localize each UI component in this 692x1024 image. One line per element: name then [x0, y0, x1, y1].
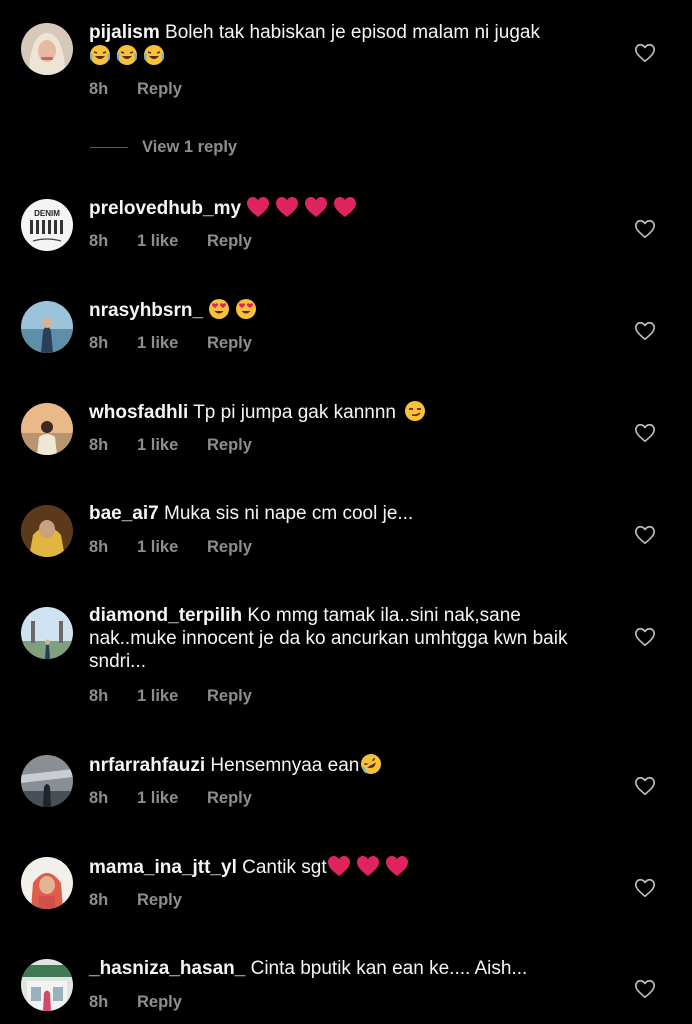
avatar[interactable]	[21, 959, 73, 1011]
comment-time: 8h	[89, 232, 109, 250]
smirk-emoji-icon	[405, 401, 426, 421]
likes-count-button[interactable]: 1 like	[137, 232, 207, 251]
comment-meta: 8h 1 like Reply	[89, 538, 252, 557]
like-heart-icon[interactable]	[634, 775, 656, 797]
avatar[interactable]	[21, 505, 73, 557]
comment-meta: 8h Reply	[89, 993, 182, 1012]
laughing-emoji-icon	[144, 45, 164, 65]
red-heart-emoji-icon	[247, 197, 270, 217]
comment-text: Hensemnyaa ean	[210, 755, 360, 776]
comment-username[interactable]: nrfarrahfauzi	[89, 755, 205, 776]
comment-body: nrasyhbsrn_	[89, 298, 609, 322]
comment-meta: 8h 1 like Reply	[89, 232, 252, 251]
reply-button[interactable]: Reply	[207, 334, 252, 353]
comment-time: 8h	[89, 80, 109, 98]
comment-body: prelovedhub_my	[89, 196, 609, 220]
likes-count-button[interactable]: 1 like	[137, 538, 207, 557]
likes-count-button[interactable]: 1 like	[137, 436, 207, 455]
comment-username[interactable]: whosfadhli	[89, 402, 188, 423]
likes-count-button[interactable]: 1 like	[137, 334, 207, 353]
comment-meta: 8h 1 like Reply	[89, 436, 252, 455]
like-heart-icon[interactable]	[634, 218, 656, 240]
reply-button[interactable]: Reply	[137, 80, 182, 99]
avatar[interactable]: DENIM	[21, 199, 73, 251]
divider-line	[90, 147, 128, 148]
avatar-logo-text: DENIM	[34, 209, 60, 218]
like-heart-icon[interactable]	[634, 626, 656, 648]
comment-body: mama_ina_jtt_yl Cantik sgt	[89, 855, 609, 879]
reply-button[interactable]: Reply	[207, 232, 252, 251]
red-heart-emoji-icon	[276, 197, 299, 217]
comment-body: nrfarrahfauzi Hensemnyaa ean	[89, 753, 609, 777]
comment-body: diamond_terpilih Ko mmg tamak ila..sini …	[89, 604, 609, 673]
avatar[interactable]	[21, 403, 73, 455]
comment-text: Cinta bputik kan ean ke.... Aish...	[250, 958, 528, 979]
comment-username[interactable]: diamond_terpilih	[89, 605, 242, 626]
comment-text: Tp pi jumpa gak kannnn	[193, 402, 396, 423]
comment-text: Boleh tak habiskan je episod malam ni ju…	[165, 22, 540, 43]
red-heart-emoji-icon	[356, 856, 379, 876]
avatar[interactable]	[21, 301, 73, 353]
red-heart-emoji-icon	[305, 197, 328, 217]
comment-meta: 8h Reply	[89, 80, 182, 99]
reply-button[interactable]: Reply	[137, 993, 182, 1012]
red-heart-emoji-icon	[385, 856, 408, 876]
red-heart-emoji-icon	[327, 856, 350, 876]
reply-button[interactable]: Reply	[207, 687, 252, 706]
heart-emoji-row	[327, 856, 414, 878]
laughing-emoji-row	[89, 45, 170, 67]
comment-username[interactable]: prelovedhub_my	[89, 198, 241, 219]
comment-time: 8h	[89, 789, 109, 807]
rofl-emoji-icon	[361, 754, 382, 774]
comment-time: 8h	[89, 891, 109, 909]
comment-meta: 8h 1 like Reply	[89, 789, 252, 808]
comment-username[interactable]: _hasniza_hasan_	[89, 958, 245, 979]
comment-meta: 8h 1 like Reply	[89, 334, 252, 353]
comment-body: whosfadhli Tp pi jumpa gak kannnn	[89, 400, 609, 424]
comment-username[interactable]: mama_ina_jtt_yl	[89, 857, 237, 878]
comment-time: 8h	[89, 687, 109, 705]
heart-eyes-emoji-icon	[236, 299, 257, 319]
comment-time: 8h	[89, 993, 109, 1011]
comment-username[interactable]: nrasyhbsrn_	[89, 300, 203, 321]
likes-count-button[interactable]: 1 like	[137, 687, 207, 706]
comment-text: Muka sis ni nape cm cool je...	[164, 503, 414, 524]
laughing-emoji-icon	[117, 45, 137, 65]
comment-body: bae_ai7 Muka sis ni nape cm cool je...	[89, 502, 609, 525]
heart-eyes-emoji-icon	[209, 299, 230, 319]
likes-count-button[interactable]: 1 like	[137, 789, 207, 808]
laughing-emoji-icon	[90, 45, 110, 65]
like-heart-icon[interactable]	[634, 42, 656, 64]
view-replies-label: View 1 reply	[142, 138, 238, 156]
like-heart-icon[interactable]	[634, 978, 656, 1000]
comment-username[interactable]: pijalism	[89, 22, 160, 43]
heart-emoji-row	[246, 197, 362, 219]
heart-eyes-emoji-row	[208, 299, 262, 321]
avatar[interactable]	[21, 23, 73, 75]
like-heart-icon[interactable]	[634, 320, 656, 342]
comment-time: 8h	[89, 436, 109, 454]
comment-body: _hasniza_hasan_ Cinta bputik kan ean ke.…	[89, 957, 609, 980]
reply-button[interactable]: Reply	[137, 891, 182, 910]
reply-button[interactable]: Reply	[207, 538, 252, 557]
red-heart-emoji-icon	[334, 197, 357, 217]
like-heart-icon[interactable]	[634, 524, 656, 546]
comment-time: 8h	[89, 538, 109, 556]
comment-meta: 8h Reply	[89, 891, 182, 910]
avatar[interactable]	[21, 755, 73, 807]
reply-button[interactable]: Reply	[207, 789, 252, 808]
avatar[interactable]	[21, 857, 73, 909]
comment-time: 8h	[89, 334, 109, 352]
reply-button[interactable]: Reply	[207, 436, 252, 455]
comment-body: pijalism Boleh tak habiskan je episod ma…	[89, 21, 609, 68]
comment-meta: 8h 1 like Reply	[89, 687, 252, 706]
like-heart-icon[interactable]	[634, 877, 656, 899]
comment-text: Cantik sgt	[242, 857, 327, 878]
like-heart-icon[interactable]	[634, 422, 656, 444]
comment-username[interactable]: bae_ai7	[89, 503, 159, 524]
avatar[interactable]	[21, 607, 73, 659]
